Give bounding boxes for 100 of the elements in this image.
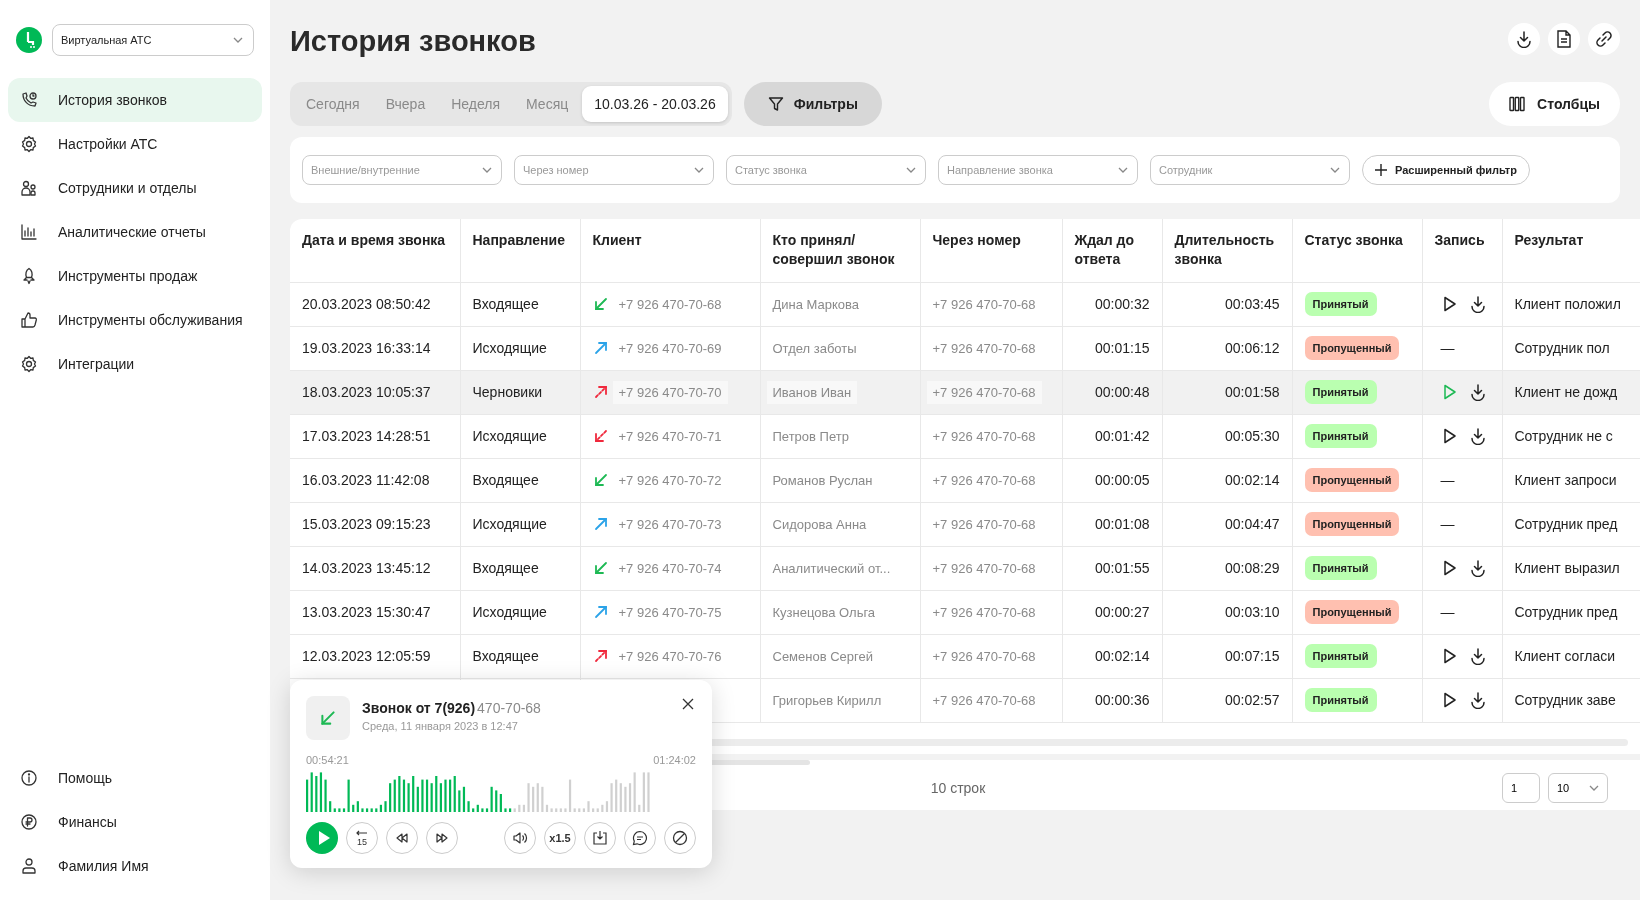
employee-name: Романов Руслан xyxy=(772,473,873,488)
fast-forward-button[interactable] xyxy=(426,822,458,854)
nav-item[interactable]: Помощь xyxy=(8,756,262,800)
filter-select[interactable]: Направление звонка xyxy=(938,155,1138,185)
back-arrow-icon xyxy=(356,829,368,836)
nav-item[interactable]: Инструменты обслуживания xyxy=(8,298,262,342)
download-button[interactable] xyxy=(1508,23,1540,55)
filter-select[interactable]: Сотрудник xyxy=(1150,155,1350,185)
play-icon[interactable] xyxy=(1442,648,1457,664)
play-icon[interactable] xyxy=(1442,560,1457,576)
advanced-filter-button[interactable]: Расширенный фильтр xyxy=(1362,155,1530,185)
employee-name: Дина Маркова xyxy=(772,297,860,312)
nav-item[interactable]: Аналитические отчеты xyxy=(8,210,262,254)
column-header: Через номер xyxy=(920,219,1062,282)
user-icon xyxy=(20,857,38,875)
table-cell: Входящее xyxy=(472,648,539,664)
employee-name: Аналитический от... xyxy=(772,561,891,576)
nav-item[interactable]: История звонков xyxy=(8,78,262,122)
status-badge: Пропущенный xyxy=(1304,512,1400,536)
nav-item[interactable]: Фамилия Имя xyxy=(8,844,262,888)
phone-number: +7 926 470-70-75 xyxy=(618,604,722,620)
column-header: Направление xyxy=(460,219,580,282)
table-cell: Сотрудник заве xyxy=(1514,692,1616,708)
status-badge: Пропущенный xyxy=(1304,468,1400,492)
table-cell: 00:00:48 xyxy=(1095,384,1150,400)
status-badge: Пропущенный xyxy=(1304,600,1400,624)
status-badge: Принятый xyxy=(1304,644,1377,668)
filter-select[interactable]: Статус звонка xyxy=(726,155,926,185)
download-icon[interactable] xyxy=(1468,559,1487,577)
table-cell: Клиент положил xyxy=(1514,296,1621,312)
gear-icon xyxy=(20,135,38,153)
table-cell: 00:07:15 xyxy=(1225,648,1280,664)
play-icon[interactable] xyxy=(1442,428,1457,444)
download-icon[interactable] xyxy=(1468,647,1487,665)
download-icon[interactable] xyxy=(1468,383,1487,401)
volume-button[interactable] xyxy=(504,822,536,854)
table-cell: Сотрудник пол xyxy=(1514,340,1610,356)
incoming-call-arrow-icon xyxy=(592,296,609,312)
document-icon xyxy=(1556,30,1572,48)
table-cell: 18.03.2023 10:05:37 xyxy=(302,384,431,400)
phone-number: +7 926 470-70-68 xyxy=(932,341,1036,356)
table-cell: 00:00:36 xyxy=(1095,692,1150,708)
no-recording-dash: — xyxy=(1439,516,1455,532)
phone-number: +7 926 470-70-73 xyxy=(618,516,722,532)
account-select[interactable]: Виртуальная АТС xyxy=(52,24,254,56)
link-button[interactable] xyxy=(1588,23,1620,55)
dashed-arrow-icon xyxy=(592,648,609,664)
table-cell: 00:04:47 xyxy=(1225,516,1280,532)
page-input[interactable]: 1 xyxy=(1502,772,1540,803)
phone-number: +7 926 470-70-68 xyxy=(932,517,1036,532)
nav-item[interactable]: Финансы xyxy=(8,800,262,844)
status-badge: Пропущенный xyxy=(1304,336,1400,360)
download-icon[interactable] xyxy=(1468,691,1487,709)
chevron-down-icon xyxy=(694,167,704,173)
phone-number: +7 926 470-70-68 xyxy=(932,693,1036,708)
people-icon xyxy=(20,179,38,197)
column-header: Ждал до ответа xyxy=(1062,219,1162,282)
table-cell: 13.03.2023 15:30:47 xyxy=(302,604,431,620)
filter-select[interactable]: Через номер xyxy=(514,155,714,185)
document-button[interactable] xyxy=(1548,23,1580,55)
nav-item[interactable]: Инструменты продаж xyxy=(8,254,262,298)
table-cell: 00:00:27 xyxy=(1095,604,1150,620)
columns-button[interactable]: Столбцы xyxy=(1489,82,1620,126)
phone-number: +7 926 470-70-74 xyxy=(618,560,722,576)
rewind-button[interactable] xyxy=(386,822,418,854)
table-cell: Сотрудник не с xyxy=(1514,428,1613,444)
incoming-call-arrow-icon xyxy=(319,709,337,727)
filters-button[interactable]: Фильтры xyxy=(743,82,882,126)
phone-icon xyxy=(20,91,38,109)
employee-name: Семенов Сергей xyxy=(772,649,873,664)
row-count: 10 строк xyxy=(929,779,987,796)
download-tray-icon xyxy=(592,830,608,846)
phone-number: 470-70-68 xyxy=(477,700,541,716)
nav-item[interactable]: Сотрудники и отделы xyxy=(8,166,262,210)
filter-select[interactable]: Внешние/внутренние xyxy=(302,155,502,185)
column-header: Кто принял/ совершил звонок xyxy=(760,219,920,282)
play-button[interactable] xyxy=(306,822,338,854)
waveform[interactable] xyxy=(306,772,652,812)
block-button[interactable] xyxy=(664,822,696,854)
download-icon xyxy=(1515,30,1533,48)
outgoing-call-arrow-icon xyxy=(592,340,609,356)
play-icon[interactable] xyxy=(1442,692,1457,708)
speed-button[interactable]: x1.5 xyxy=(544,822,576,854)
columns-icon xyxy=(1509,96,1526,112)
page-size-select[interactable]: 10 xyxy=(1548,772,1608,803)
table-cell: Исходящие xyxy=(472,516,547,532)
play-icon[interactable] xyxy=(1442,296,1457,312)
nav-item[interactable]: Интеграции xyxy=(8,342,262,386)
nav-item[interactable]: Настройки АТС xyxy=(8,122,262,166)
table-cell: 00:02:57 xyxy=(1225,692,1280,708)
download-icon[interactable] xyxy=(1468,427,1487,445)
period-tab[interactable]: 10.03.26 - 20.03.26 xyxy=(582,86,728,122)
comment-button[interactable] xyxy=(624,822,656,854)
table-cell: Клиент запроси xyxy=(1514,472,1617,488)
back-15-button[interactable]: 15 xyxy=(346,822,378,854)
column-header: Статус звонка xyxy=(1292,219,1422,282)
download-icon[interactable] xyxy=(1468,295,1487,313)
phone-number: +7 926 470-70-70 xyxy=(612,380,728,404)
phone-number: +7 926 470-70-68 xyxy=(932,561,1036,576)
dashed-arrow-icon xyxy=(592,384,609,400)
